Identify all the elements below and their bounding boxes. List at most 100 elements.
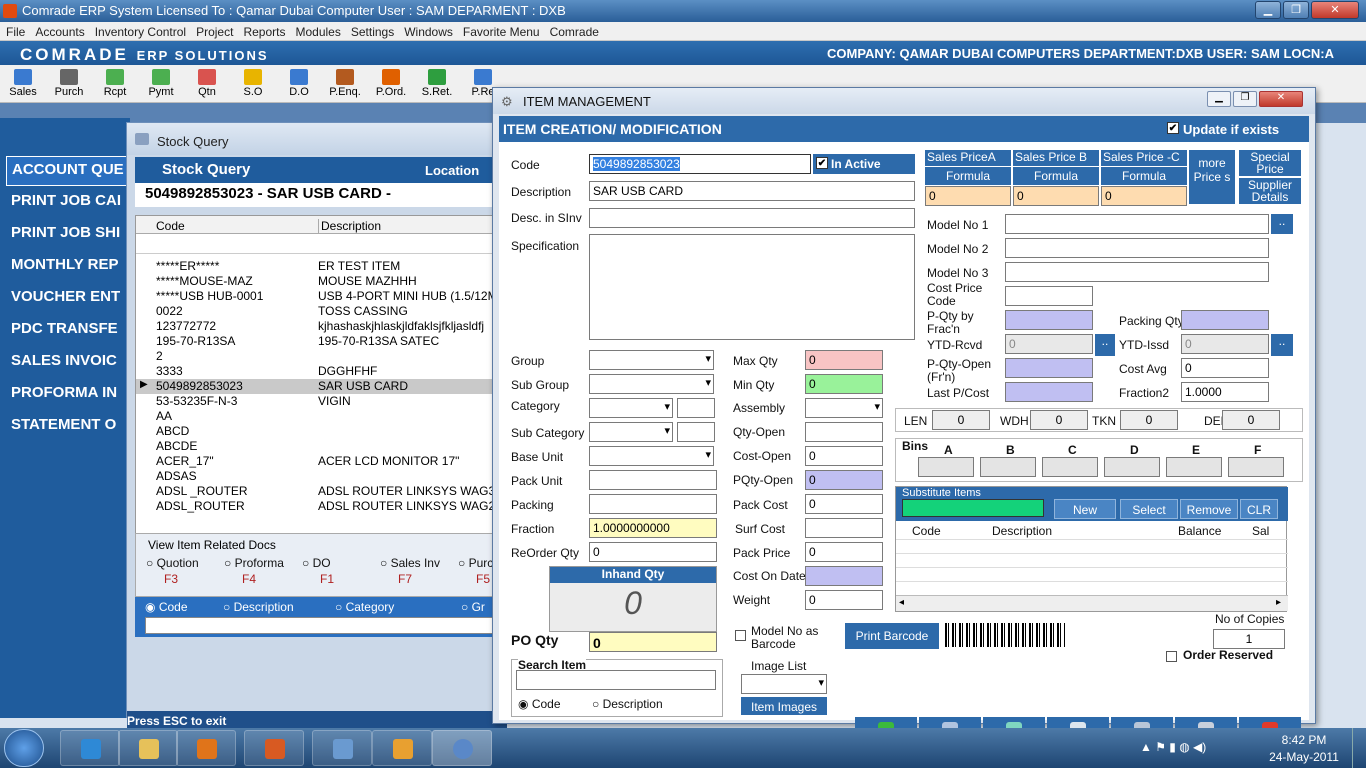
doc-radio-0[interactable]: ○ Quotion [146, 556, 199, 570]
table-row[interactable]: 195-70-R13SA 195-70-R13SA SATEC [136, 334, 506, 349]
bin-input-1[interactable] [980, 457, 1036, 477]
search-item-input[interactable] [516, 670, 716, 690]
image-list-select[interactable] [741, 674, 827, 694]
sales-price-input-2[interactable]: 0 [1101, 186, 1187, 206]
desc-in-sinv-input[interactable] [589, 208, 915, 228]
menu-item-4[interactable]: Reports [237, 22, 289, 39]
substitute-column-3[interactable]: Sal [1252, 524, 1269, 538]
toolbar-button-8[interactable]: P.Ord. [368, 67, 414, 98]
table-row[interactable]: ABCD [136, 424, 506, 439]
minimize-button[interactable]: ▁ [1255, 1, 1281, 19]
bin-input-2[interactable] [1042, 457, 1098, 477]
specification-textarea[interactable] [589, 234, 915, 340]
maximize-button[interactable]: ❐ [1283, 1, 1309, 19]
sales-price-input-1[interactable]: 0 [1013, 186, 1099, 206]
pack-cost-input[interactable]: 0 [805, 494, 883, 514]
fraction-input[interactable]: 1.0000000000 [589, 518, 717, 538]
substitute-row[interactable] [896, 539, 1288, 553]
print-barcode-button[interactable]: Print Barcode [845, 623, 939, 649]
search-by-radio-1[interactable]: ○ Description [223, 600, 294, 614]
substitute-row[interactable] [896, 567, 1288, 581]
code-input[interactable]: 5049892853023 [589, 154, 811, 174]
nav-item-2[interactable]: PRINT JOB SHI [6, 220, 130, 250]
pqty-open-fraction-input[interactable] [1005, 358, 1093, 378]
table-row[interactable]: ADSAS [136, 469, 506, 484]
menu-item-3[interactable]: Project [190, 22, 237, 39]
table-row[interactable]: *****ER***** ER TEST ITEM [136, 259, 506, 274]
substitute-button-2[interactable]: Remove [1180, 499, 1238, 519]
cost-price-code-input[interactable] [1005, 286, 1093, 306]
menu-item-6[interactable]: Settings [345, 22, 398, 39]
bin-input-5[interactable] [1228, 457, 1284, 477]
nav-item-1[interactable]: PRINT JOB CAI [6, 188, 130, 218]
table-row[interactable]: *****USB HUB-0001 USB 4-PORT MINI HUB (1.… [136, 289, 506, 304]
menu-item-1[interactable]: Accounts [29, 22, 88, 39]
description-input[interactable]: SAR USB CARD [589, 181, 915, 201]
len-input[interactable]: 0 [932, 410, 990, 430]
toolbar-button-1[interactable]: Purch [46, 67, 92, 98]
substitute-button-0[interactable]: New [1054, 499, 1116, 519]
doc-radio-2[interactable]: ○ DO [302, 556, 331, 570]
pqty-by-fraction-input[interactable] [1005, 310, 1093, 330]
more-prices-button[interactable]: more Price s [1189, 150, 1235, 204]
taskbar-firefox[interactable] [244, 730, 304, 766]
table-row[interactable]: ADSL_ROUTER ADSL ROUTER LINKSYS WAG2 [136, 499, 506, 514]
table-row[interactable]: 53-53235F-N-3 VIGIN [136, 394, 506, 409]
scroll-left-icon[interactable]: ◂ [899, 597, 904, 608]
substitute-button-3[interactable]: CLR [1240, 499, 1278, 519]
max-qty-input[interactable]: 0 [805, 350, 883, 370]
table-row[interactable]: *****MOUSE-MAZ MOUSE MAZHHH [136, 274, 506, 289]
menu-item-5[interactable]: Modules [289, 22, 344, 39]
model-barcode-checkbox[interactable] [735, 630, 746, 641]
packing-qty-input[interactable] [1181, 310, 1269, 330]
wdh-input[interactable]: 0 [1030, 410, 1088, 430]
toolbar-button-0[interactable]: Sales [0, 67, 46, 98]
menu-item-0[interactable]: File [0, 22, 29, 39]
stock-search-input[interactable] [145, 617, 505, 634]
tkn-input[interactable]: 0 [1120, 410, 1178, 430]
menu-item-8[interactable]: Favorite Menu [457, 22, 544, 39]
scroll-right-icon[interactable]: ▸ [1276, 597, 1281, 608]
base-unit-select[interactable] [589, 446, 714, 466]
surf-cost-input[interactable] [805, 518, 883, 538]
menu-item-7[interactable]: Windows [398, 22, 457, 39]
formula-label[interactable]: Formula [1013, 167, 1099, 185]
search-description-radio[interactable]: ○ Description [592, 697, 663, 711]
reorder-qty-input[interactable]: 0 [589, 542, 717, 562]
toolbar-button-6[interactable]: D.O [276, 67, 322, 98]
table-row[interactable]: ▶ 5049892853023 SAR USB CARD [136, 379, 506, 394]
packing-input[interactable] [589, 494, 717, 514]
model-no-1-input[interactable] [1005, 214, 1269, 234]
nav-item-3[interactable]: MONTHLY REP [6, 252, 130, 282]
tray-icons[interactable]: ▲ ⚑ ▮ ◍ ◀) [1140, 740, 1206, 754]
show-desktop-button[interactable] [1352, 728, 1366, 768]
category-code-input[interactable] [677, 398, 715, 418]
toolbar-button-4[interactable]: Qtn [184, 67, 230, 98]
cost-on-date-input[interactable] [805, 566, 883, 586]
substitute-column-1[interactable]: Description [992, 524, 1052, 538]
doc-radio-1[interactable]: ○ Proforma [224, 556, 284, 570]
pack-unit-input[interactable] [589, 470, 717, 490]
taskbar-office[interactable] [372, 730, 432, 766]
assembly-select[interactable] [805, 398, 883, 418]
toolbar-button-7[interactable]: P.Enq. [322, 67, 368, 98]
den-input[interactable]: 0 [1222, 410, 1280, 430]
taskbar-remote[interactable] [312, 730, 372, 766]
substitute-scrollbar[interactable]: ◂ ▸ [896, 595, 1288, 611]
special-price-button[interactable]: Special Price [1239, 150, 1301, 176]
item-maximize-button[interactable]: ❐ [1233, 91, 1257, 107]
fraction2-input[interactable]: 1.0000 [1181, 382, 1269, 402]
table-row[interactable]: ACER_17" ACER LCD MONITOR 17" [136, 454, 506, 469]
cost-avg-input[interactable]: 0 [1181, 358, 1269, 378]
substitute-button-1[interactable]: Select [1120, 499, 1178, 519]
search-by-radio-3[interactable]: ○ Gr [461, 600, 485, 614]
sub-category-code-input[interactable] [677, 422, 715, 442]
nav-item-8[interactable]: STATEMENT O [6, 412, 130, 442]
search-code-radio[interactable]: ◉ Code [518, 697, 561, 711]
table-row[interactable]: ADSL _ROUTER ADSL ROUTER LINKSYS WAG3 [136, 484, 506, 499]
taskbar-ie[interactable] [60, 730, 120, 766]
table-row[interactable]: 3333 DGGHFHF [136, 364, 506, 379]
ytd-rcvd-input[interactable]: 0 [1005, 334, 1093, 354]
ytd-issd-lookup-button[interactable]: .. [1271, 334, 1293, 356]
substitute-row[interactable] [896, 581, 1288, 595]
